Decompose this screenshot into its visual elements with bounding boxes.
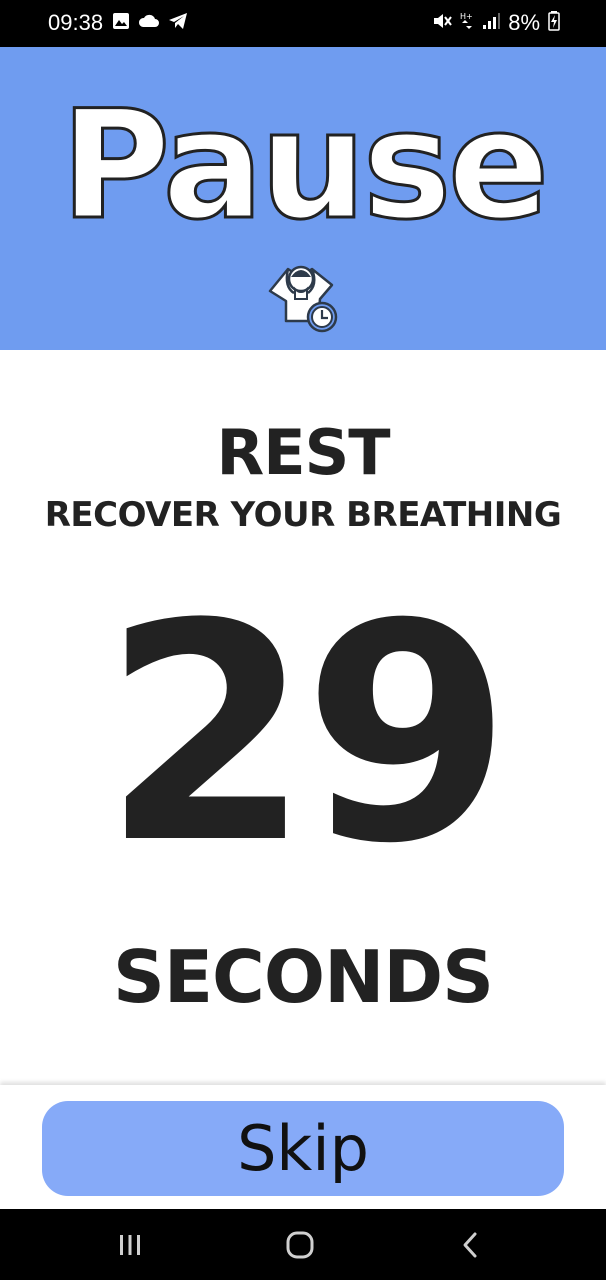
gallery-icon (112, 12, 130, 34)
rest-title: REST (216, 416, 390, 489)
status-bar: 09:38 H+ 8% (0, 0, 606, 47)
back-icon[interactable] (450, 1227, 490, 1263)
bottom-action-bar: Skip (0, 1085, 606, 1209)
status-time: 09:38 (48, 10, 104, 35)
status-system-icons: H+ 8% (432, 9, 560, 37)
rest-person-clock-icon (262, 255, 344, 337)
data-transfer-icon: H+ (460, 11, 474, 35)
system-nav-bar (0, 1209, 606, 1280)
recent-apps-icon[interactable] (110, 1227, 150, 1263)
signal-icon (482, 12, 501, 34)
mute-icon (432, 11, 453, 35)
svg-text:H+: H+ (460, 12, 473, 21)
cloud-icon (138, 13, 160, 33)
pause-header: Pause (0, 47, 606, 350)
skip-button[interactable]: Skip (42, 1101, 564, 1196)
app-screen: 09:38 H+ 8% Pause REST RECOVER YOUR BREA… (0, 0, 606, 1280)
countdown-value: 29 (102, 560, 511, 909)
page-title: Pause (59, 79, 551, 253)
telegram-icon (168, 12, 188, 34)
status-notification-icons (112, 12, 188, 34)
home-icon[interactable] (280, 1227, 320, 1263)
battery-charging-icon (548, 11, 560, 35)
rest-subtitle: RECOVER YOUR BREATHING (44, 495, 562, 535)
battery-level: 8% (508, 10, 540, 35)
countdown-unit: SECONDS (113, 935, 494, 1019)
